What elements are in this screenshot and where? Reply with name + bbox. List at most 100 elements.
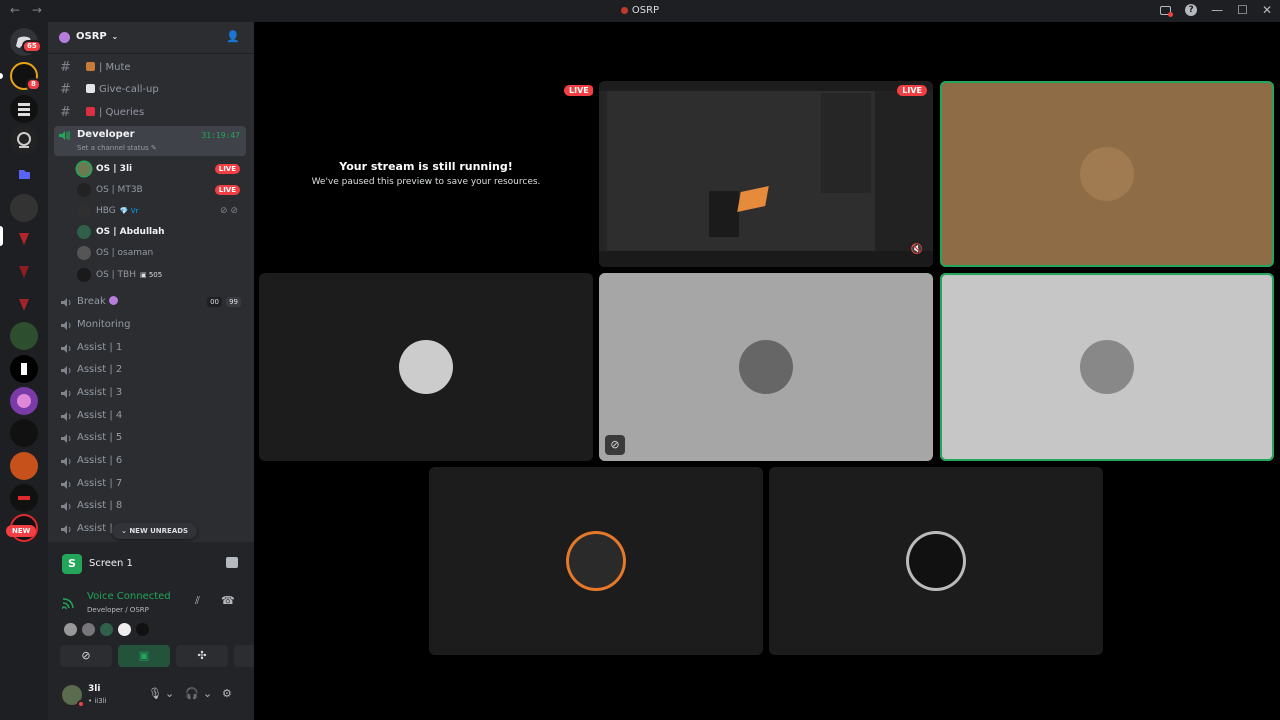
channel-label: | Mute [99,62,131,73]
server-icon[interactable] [10,419,38,447]
user-name[interactable]: 3li [88,684,100,694]
headphones-icon[interactable]: 🎧 [185,687,199,700]
disconnect-icon[interactable]: ☎ [221,594,235,607]
camera-off-button[interactable]: ⊘ [60,645,112,667]
channel-give-call-up[interactable]: # Give-call-up [56,80,246,100]
invite-icon[interactable]: 👤 [226,30,240,43]
voice-channel-assist-4[interactable]: Assist | 4 [56,406,246,426]
voice-member[interactable]: OS | osaman [74,243,246,263]
voice-connection-status: Voice Connected Developer / OSRP ⫽ ☎ [56,588,246,622]
channel-label: Monitoring [77,319,131,330]
server-icon[interactable] [10,484,38,512]
participant-tile[interactable] [429,467,763,655]
voice-member[interactable]: OS | Abdullah [74,222,246,242]
maximize-button[interactable]: ☐ [1237,3,1248,17]
avatar [77,246,91,260]
voice-member[interactable]: HBG 💎 Vr ⊘ ⊘ [74,201,246,221]
voice-channel-break[interactable]: Break 00 99 [56,292,246,312]
participant-tile[interactable]: ⊘ [599,273,933,461]
voice-channel-assist-6[interactable]: Assist | 6 [56,451,246,471]
screen-share-row[interactable]: S Screen 1 [56,550,246,578]
voice-channel-path[interactable]: Developer / OSRP [87,606,149,614]
folder-icon[interactable] [10,160,38,188]
voice-member[interactable]: OS | TBH ▣ 505 [74,265,246,285]
channel-queries[interactable]: # | Queries [56,103,246,123]
channel-mute[interactable]: # | Mute [56,58,246,78]
new-badge[interactable]: NEW [6,525,37,537]
stream-tile-blender[interactable]: LIVE 🔇 [599,81,933,267]
avatar[interactable] [64,623,77,636]
channel-label: Give-call-up [99,84,159,95]
avatar[interactable] [100,623,113,636]
chevron-down-icon[interactable]: ⌄ [165,687,174,700]
member-name: OS | MT3B [96,185,143,195]
speaker-icon [61,525,71,534]
minimize-button[interactable]: — [1211,3,1223,17]
server-icon[interactable] [10,126,38,154]
new-unreads-label: NEW UNREADS [129,527,189,535]
settings-gear-icon[interactable]: ⚙ [222,687,232,700]
microphone-icon[interactable]: 🎙 [148,687,162,700]
voice-stream-icon [59,131,70,140]
participant-tile[interactable] [259,273,593,461]
voice-connected-title[interactable]: Voice Connected [87,591,171,602]
voice-member[interactable]: OS | MT3B LIVE [74,180,246,200]
user-count: 00 [207,297,222,307]
voice-channel-assist-2[interactable]: Assist | 2 [56,360,246,380]
screen-share-button[interactable]: ▣ [118,645,170,667]
server-icon[interactable] [10,387,38,415]
server-icon[interactable] [10,355,38,383]
voice-channel-assist-1[interactable]: Assist | 1 [56,338,246,358]
avatar [77,162,91,176]
server-logo-icon [59,32,70,43]
chevron-down-icon[interactable]: ⌄ [203,687,212,700]
participant-tile[interactable] [769,467,1103,655]
channel-status[interactable]: Set a channel status ✎ [77,144,157,152]
noise-suppression-icon[interactable]: ⫽ [195,594,200,608]
participant-tile[interactable] [940,273,1274,461]
voice-channel-assist-7[interactable]: Assist | 7 [56,474,246,494]
avatar [77,204,91,218]
dm-badge: 65 [22,40,42,53]
new-unreads-button[interactable]: ⌄ NEW UNREADS [112,523,198,539]
signal-icon [62,598,74,609]
avatar[interactable] [136,623,149,636]
server-icon[interactable] [10,290,38,318]
voice-channel-assist-3[interactable]: Assist | 3 [56,383,246,403]
participant-avatar [1080,147,1134,201]
user-tag: • ii3li [88,697,107,705]
speaker-icon [61,480,71,489]
activities-button[interactable]: ✣ [176,645,228,667]
live-badge[interactable]: LIVE [214,185,240,195]
unread-pill [0,73,3,79]
stop-stream-icon[interactable] [226,557,238,568]
server-icon-osrp[interactable] [10,224,38,252]
voice-member[interactable]: OS | 3li LIVE [74,159,246,179]
server-icon[interactable] [10,452,38,480]
avatar[interactable] [82,623,95,636]
speaker-icon [61,344,71,353]
live-badge[interactable]: LIVE [214,164,240,174]
user-limit: 99 [226,297,241,307]
voice-channel-assist-5[interactable]: Assist | 5 [56,428,246,448]
channel-emoji-icon [86,84,95,93]
help-icon[interactable]: ? [1185,4,1198,16]
stream-tile-paused[interactable]: LIVE Your stream is still running! We've… [259,81,593,267]
channel-label: Assist | 4 [77,410,123,421]
server-icon[interactable] [10,257,38,285]
voice-channel-assist-8[interactable]: Assist | 8 [56,496,246,516]
server-icon[interactable] [10,322,38,350]
server-icon[interactable] [10,95,38,123]
voice-channel-monitoring[interactable]: Monitoring [56,315,246,335]
server-icon[interactable] [10,194,38,222]
close-button[interactable]: ✕ [1262,3,1272,17]
voice-channel-developer[interactable]: Developer Set a channel status ✎ 31:19:4… [54,126,246,156]
participant-tile[interactable] [940,81,1274,267]
speaker-icon [61,298,71,307]
channel-label: Assist | 2 [77,364,123,375]
channel-label: Break [77,296,106,307]
inbox-icon[interactable] [1160,5,1174,17]
volume-muted-icon[interactable]: 🔇 [911,244,923,255]
avatar[interactable] [118,623,131,636]
server-header[interactable]: OSRP ⌄ 👤 [48,22,254,54]
